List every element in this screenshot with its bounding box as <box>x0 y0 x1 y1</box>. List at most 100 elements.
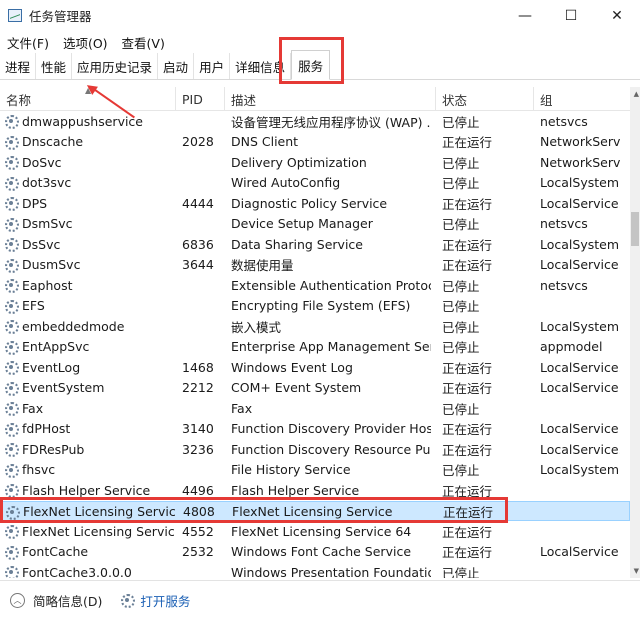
service-description: Wired AutoConfig <box>231 175 341 190</box>
table-row[interactable]: dot3svc Wired AutoConfig 已停止 LocalSystem… <box>0 173 630 194</box>
table-row[interactable]: EventSystem 2212 COM+ Event System 正在运行 … <box>0 378 630 399</box>
service-name: Flash Helper Service <box>22 482 151 498</box>
fewer-details-label: 简略信息(D) <box>33 593 103 609</box>
table-row[interactable]: Eaphost Extensible Authentication Protoc… <box>0 275 630 296</box>
scrollbar-thumb[interactable] <box>631 212 639 246</box>
service-description: Encrypting File System (EFS) <box>231 298 411 313</box>
scroll-down-icon[interactable]: ▼ <box>634 567 639 575</box>
column-header-description[interactable]: 描述 <box>225 87 436 111</box>
service-description: Diagnostic Policy Service <box>231 195 388 211</box>
table-row[interactable]: FlexNet Licensing Service... 4552 FlexNe… <box>0 521 630 542</box>
tab-services[interactable]: 服务 <box>291 50 331 80</box>
service-description: Fax <box>231 400 253 416</box>
service-name: embeddedmode <box>22 318 125 334</box>
service-status: 已停止 <box>442 155 480 171</box>
service-pid <box>182 275 224 295</box>
table-row[interactable]: Fax Fax 已停止 <box>0 398 630 419</box>
fewer-details-button[interactable]: ︿ 简略信息(D) <box>10 591 102 610</box>
service-group: LocalService... <box>540 441 620 457</box>
service-pid: 3644 <box>182 257 214 272</box>
table-row[interactable]: FontCache 2532 Windows Font Cache Servic… <box>0 542 630 563</box>
table-row[interactable]: EntAppSvc Enterprise App Management Ser.… <box>0 337 630 358</box>
tab-users[interactable]: 用户 <box>194 53 231 79</box>
table-row[interactable]: DsSvc 6836 Data Sharing Service 正在运行 Loc… <box>0 234 630 255</box>
menu-file[interactable]: 文件(F) <box>0 33 56 52</box>
tab-startup[interactable]: 启动 <box>158 53 195 79</box>
tab-performance[interactable]: 性能 <box>36 53 73 79</box>
service-group: LocalService <box>540 421 619 436</box>
service-name: EntAppSvc <box>22 339 90 354</box>
service-group: LocalSystem... <box>540 318 620 334</box>
tab-app-history[interactable]: 应用历史记录 <box>72 53 159 79</box>
table-row[interactable]: DPS 4444 Diagnostic Policy Service 正在运行 … <box>0 193 630 214</box>
tab-details[interactable]: 详细信息 <box>230 53 292 79</box>
table-row[interactable]: FDResPub 3236 Function Discovery Resourc… <box>0 439 630 460</box>
service-description: Delivery Optimization <box>231 154 367 170</box>
window-controls: — ☐ ✕ <box>502 0 640 31</box>
service-group: netsvcs <box>540 216 588 231</box>
service-status: 已停止 <box>442 278 480 294</box>
table-row[interactable]: EFS Encrypting File System (EFS) 已停止 <box>0 296 630 317</box>
minimize-button[interactable]: — <box>502 0 548 31</box>
service-pid: 2028 <box>182 134 214 149</box>
service-status: 正在运行 <box>442 135 493 150</box>
service-pid: 2532 <box>182 544 214 559</box>
menu-view[interactable]: 查看(V) <box>115 33 172 52</box>
menu-options[interactable]: 选项(O) <box>56 33 115 52</box>
service-pid <box>182 296 224 316</box>
service-name: fhsvc <box>22 462 56 477</box>
table-row[interactable]: embeddedmode 嵌入模式 已停止 LocalSystem... <box>0 316 630 337</box>
gear-icon <box>4 176 19 191</box>
table-row[interactable]: fdPHost 3140 Function Discovery Provider… <box>0 419 630 440</box>
service-group: LocalService... <box>540 359 620 375</box>
open-services-link[interactable]: 打开服务 <box>120 591 190 610</box>
service-name: dot3svc <box>22 175 72 190</box>
service-group <box>540 296 620 316</box>
close-button[interactable]: ✕ <box>594 0 640 31</box>
service-name: fdPHost <box>22 421 71 436</box>
service-status: 已停止 <box>442 114 480 130</box>
table-row[interactable]: Flash Helper Service 4496 Flash Helper S… <box>0 480 630 501</box>
scroll-up-icon[interactable]: ▲ <box>634 90 639 98</box>
service-pid <box>182 152 224 172</box>
table-row[interactable]: DusmSvc 3644 数据使用量 正在运行 LocalService... <box>0 255 630 276</box>
gear-icon <box>4 217 19 232</box>
service-status: 正在运行 <box>442 381 493 396</box>
vertical-scrollbar[interactable] <box>630 87 640 578</box>
service-status: 正在运行 <box>442 524 493 540</box>
title-bar: 任务管理器 — ☐ ✕ <box>0 0 640 31</box>
service-description: File History Service <box>231 462 351 477</box>
services-list: dmwappushservice 设备管理无线应用程序协议 (WAP) ... … <box>0 111 630 578</box>
table-row[interactable]: EventLog 1468 Windows Event Log 正在运行 Loc… <box>0 357 630 378</box>
gear-icon <box>4 401 19 416</box>
service-name: DPS <box>22 195 48 211</box>
column-header-pid[interactable]: PID <box>176 87 225 111</box>
service-group <box>540 480 620 500</box>
column-header-status[interactable]: 状态 <box>436 87 534 111</box>
service-description: Function Discovery Resource Pub... <box>231 441 431 457</box>
gear-icon <box>4 278 19 293</box>
service-status: 正在运行 <box>443 505 494 520</box>
table-row[interactable]: FontCache3.0.0.0 Windows Presentation Fo… <box>0 562 630 578</box>
table-row[interactable]: Dnscache 2028 DNS Client 正在运行 NetworkSer… <box>0 132 630 153</box>
service-description: 设备管理无线应用程序协议 (WAP) ... <box>231 114 431 130</box>
table-row[interactable]: dmwappushservice 设备管理无线应用程序协议 (WAP) ... … <box>0 111 630 132</box>
table-row[interactable]: DoSvc Delivery Optimization 已停止 NetworkS… <box>0 152 630 173</box>
service-status: 已停止 <box>442 463 480 478</box>
table-row[interactable]: DsmSvc Device Setup Manager 已停止 netsvcs <box>0 214 630 235</box>
tab-processes[interactable]: 进程 <box>0 53 37 79</box>
service-status: 已停止 <box>442 319 480 335</box>
service-group: LocalSystem... <box>540 462 620 477</box>
table-row[interactable]: fhsvc File History Service 已停止 LocalSyst… <box>0 460 630 481</box>
service-name: DsmSvc <box>22 216 73 231</box>
table-row-selected[interactable]: FlexNet Licensing Service 4808 FlexNet L… <box>0 500 630 521</box>
column-header-group[interactable]: 组 <box>534 87 630 111</box>
service-status: 正在运行 <box>442 360 493 376</box>
service-group: NetworkServ... <box>540 154 620 170</box>
service-pid: 3140 <box>182 421 214 436</box>
service-status: 已停止 <box>442 176 480 191</box>
service-description: Extensible Authentication Protocol <box>231 277 431 293</box>
maximize-button[interactable]: ☐ <box>548 0 594 31</box>
service-status: 正在运行 <box>442 545 493 560</box>
service-group: LocalService... <box>540 195 620 211</box>
